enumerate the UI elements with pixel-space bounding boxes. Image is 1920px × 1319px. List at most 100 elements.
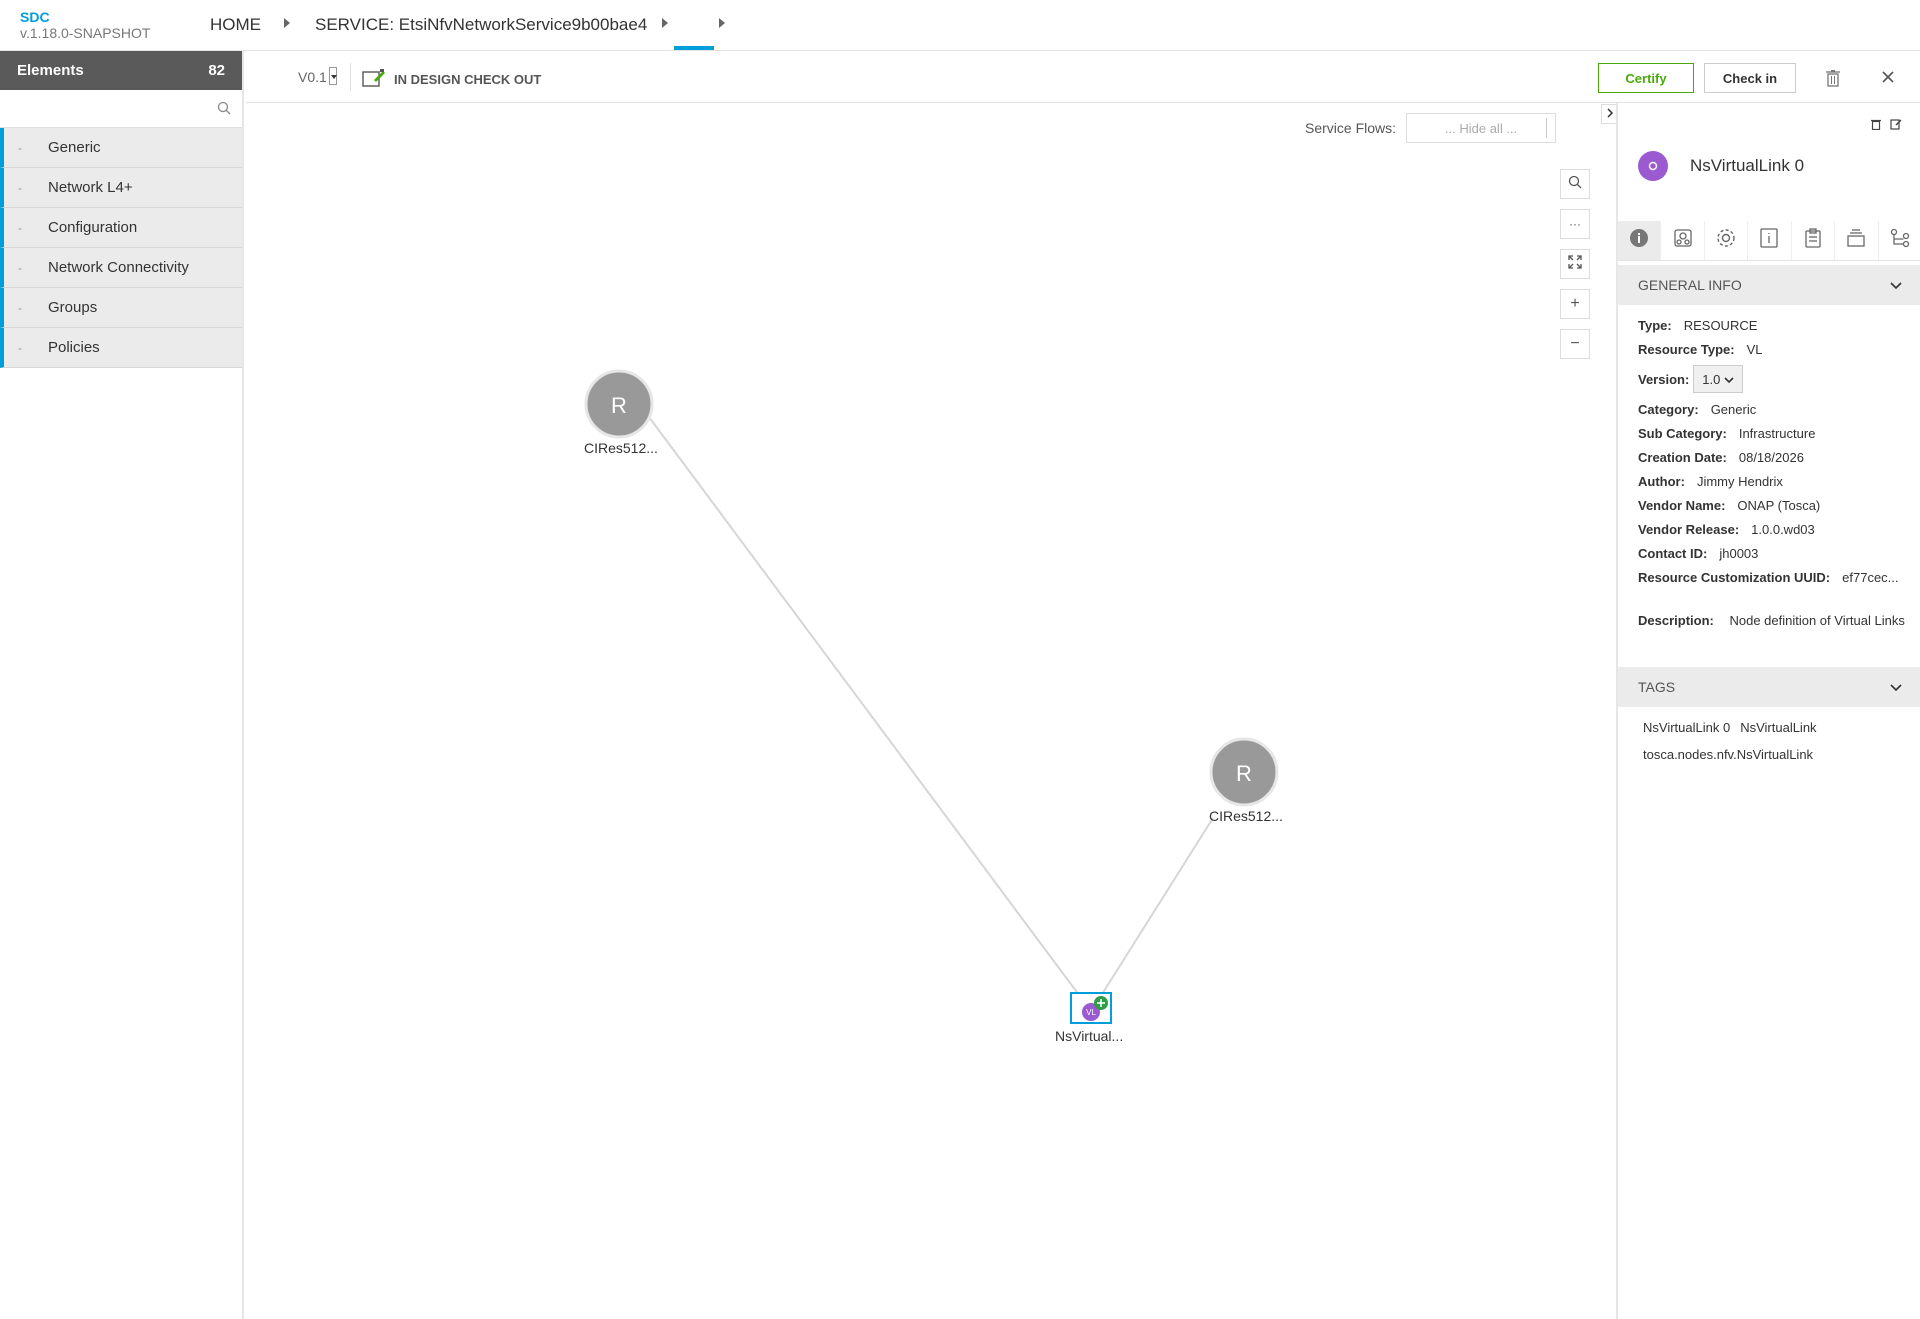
chevron-right-icon: [1606, 105, 1614, 123]
info-description: Description: Node definition of Virtual …: [1638, 611, 1908, 630]
palette-category-generic[interactable]: - Generic: [0, 128, 242, 168]
info-value: Infrastructure: [1738, 425, 1816, 441]
info-value: 1.0.0.wd03: [1751, 521, 1815, 537]
breadcrumb-home[interactable]: HOME: [210, 15, 261, 35]
search-icon[interactable]: [217, 101, 231, 120]
node-label: CIRes512...: [1209, 808, 1283, 824]
close-icon[interactable]: [1880, 69, 1896, 90]
breadcrumb-arrow-icon[interactable]: [719, 18, 725, 28]
details-panel: NsVirtualLink 0 GENERAL INFO Type: RESOUR…: [1616, 103, 1920, 1319]
collapse-dash-icon: -: [18, 260, 22, 275]
palette-count: 82: [208, 62, 225, 79]
breadcrumb-service[interactable]: SERVICE: EtsiNfvNetworkService9b00bae4: [315, 15, 647, 35]
version-dropdown[interactable]: 1.0: [1693, 365, 1744, 393]
tab-information-artifacts[interactable]: [1748, 221, 1792, 260]
app-logo[interactable]: SDC v.1.18.0-SNAPSHOT: [20, 9, 150, 41]
info-value: VL: [1746, 341, 1763, 357]
version-value: V0.1: [298, 69, 327, 85]
breadcrumb-arrow-icon[interactable]: [284, 18, 290, 28]
canvas-tools: ··· + −: [1560, 169, 1590, 369]
resource-node[interactable]: R: [584, 369, 654, 439]
info-row-vendor-name: Vendor Name: ONAP (Tosca): [1638, 493, 1908, 517]
elements-palette: Elements 82 - Generic - Network L4+ - Confi…: [0, 51, 244, 1319]
palette-header: Elements 82: [0, 51, 242, 90]
tab-general-info[interactable]: [1618, 221, 1662, 260]
collapse-dash-icon: -: [18, 340, 22, 355]
tab-composition[interactable]: [1835, 221, 1879, 260]
general-info-header[interactable]: GENERAL INFO: [1618, 265, 1920, 305]
palette-category-network-l4[interactable]: - Network L4+: [0, 168, 242, 208]
node-label: NsVirtual...: [1055, 1028, 1124, 1044]
toolbar-divider: [350, 63, 351, 91]
info-value: 08/18/2026: [1738, 449, 1804, 465]
panel-tabs: [1618, 221, 1920, 261]
info-row-customization-uuid: Resource Customization UUID: ef77cec...: [1638, 565, 1908, 589]
zoom-in-button[interactable]: +: [1560, 289, 1590, 319]
info-value: ef77cec...: [1842, 569, 1899, 585]
relation-line[interactable]: [1098, 817, 1214, 1000]
palette-category-label: Groups: [48, 299, 98, 316]
search-icon: [1568, 175, 1582, 194]
info-circle-icon: [1629, 228, 1649, 253]
trash-icon[interactable]: [1870, 117, 1882, 135]
plus-icon: +: [1570, 295, 1580, 312]
section-title: TAGS: [1638, 679, 1676, 695]
lifecycle-status: IN DESIGN CHECK OUT: [362, 68, 541, 91]
info-key: Resource Customization UUID:: [1638, 569, 1831, 585]
resource-node[interactable]: R: [1209, 737, 1279, 807]
zoom-out-button[interactable]: −: [1560, 329, 1590, 359]
chevron-down-icon: [1724, 372, 1734, 387]
tab-requirements-capabilities[interactable]: [1879, 221, 1920, 260]
info-key: Resource Type:: [1638, 341, 1735, 357]
tab-deployment-artifacts[interactable]: [1661, 221, 1705, 260]
fit-to-screen-button[interactable]: [1560, 249, 1590, 279]
app-version: v.1.18.0-SNAPSHOT: [20, 25, 151, 41]
info-row-vendor-release: Vendor Release: 1.0.0.wd03: [1638, 517, 1908, 541]
clipboard-icon: [1805, 228, 1821, 253]
info-key: Contact ID:: [1638, 545, 1708, 561]
ellipsis-icon: ···: [1569, 217, 1581, 231]
more-options-button[interactable]: ···: [1560, 209, 1590, 239]
tags-header[interactable]: TAGS: [1618, 667, 1920, 707]
tab-api-artifacts[interactable]: [1792, 221, 1836, 260]
node-label: CIRes512...: [584, 440, 658, 456]
trash-icon[interactable]: [1825, 69, 1841, 92]
certify-button[interactable]: Certify: [1598, 63, 1694, 93]
canvas-search-button[interactable]: [1560, 169, 1590, 199]
info-key: Version:: [1638, 371, 1690, 387]
composition-graph: R R VL: [584, 369, 1279, 1024]
version-select[interactable]: V0.1: [298, 67, 337, 87]
info-value: ONAP (Tosca): [1737, 497, 1821, 513]
palette-category-configuration[interactable]: - Configuration: [0, 208, 242, 248]
info-value: jh0003: [1719, 545, 1759, 561]
tag: tosca.nodes.nfv.NsVirtualLink: [1643, 747, 1814, 762]
tag: NsVirtualLink: [1740, 720, 1817, 735]
palette-category-policies[interactable]: - Policies: [0, 328, 242, 368]
virtual-link-node[interactable]: VL: [1070, 992, 1112, 1024]
check-in-button[interactable]: Check in: [1704, 63, 1796, 93]
collapse-dash-icon: -: [18, 180, 22, 195]
tab-properties[interactable]: [1705, 221, 1749, 260]
version-dropdown-value: 1.0: [1702, 371, 1721, 387]
palette-category-label: Network L4+: [48, 179, 133, 196]
palette-category-groups[interactable]: - Groups: [0, 288, 242, 328]
palette-search-input[interactable]: [0, 90, 242, 127]
info-box-icon: [1760, 228, 1779, 253]
info-key: Category:: [1638, 401, 1699, 417]
component-name: NsVirtualLink 0: [1690, 156, 1805, 175]
info-key: Sub Category:: [1638, 425, 1727, 441]
tags-list: NsVirtualLink 0 NsVirtualLink tosca.nodes…: [1643, 720, 1913, 774]
component-title: NsVirtualLink 0: [1638, 151, 1804, 181]
palette-category-network-connectivity[interactable]: - Network Connectivity: [0, 248, 242, 288]
breadcrumb-arrow-icon[interactable]: [662, 18, 668, 28]
service-flows-select[interactable]: ... Hide all ...: [1406, 113, 1557, 143]
relation-line[interactable]: [642, 408, 1083, 1000]
info-key: Type:: [1638, 317, 1672, 333]
chevron-down-icon: [1890, 679, 1902, 695]
composition-canvas[interactable]: R R VL CIRes512... CIRes512... NsVirtual…: [246, 103, 1616, 1319]
workspace-toolbar: V0.1 IN DESIGN CHECK OUT Certify Check i…: [246, 51, 1920, 103]
palette-search: [0, 90, 242, 128]
info-key: Creation Date:: [1638, 449, 1727, 465]
node-letter: R: [611, 393, 627, 418]
edit-icon[interactable]: [1890, 117, 1902, 135]
